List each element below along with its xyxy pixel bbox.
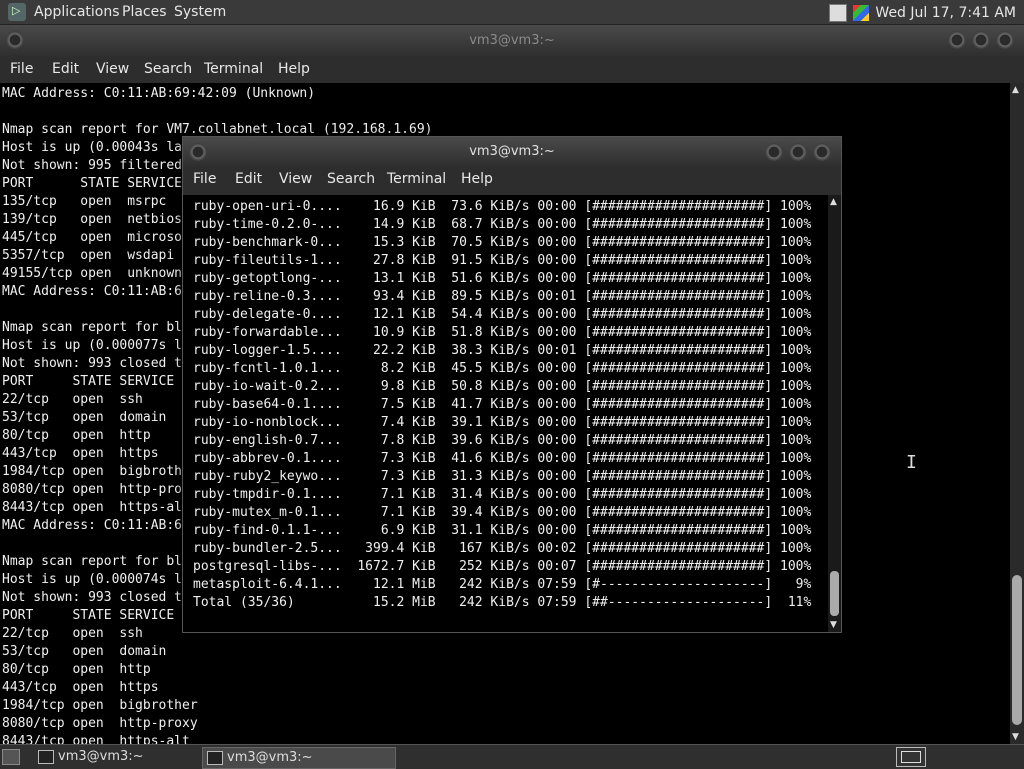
fg-menu-help[interactable]: Help (461, 171, 493, 187)
bg-menu-terminal[interactable]: Terminal (204, 61, 263, 77)
taskbar-item[interactable]: vm3@vm3:~ (34, 747, 218, 767)
menu-applications[interactable]: Applications (34, 4, 120, 20)
foreground-menubar: File Edit View Search Terminal Help (183, 167, 841, 195)
foreground-terminal-text: ruby-open-uri-0.... 16.9 KiB 73.6 KiB/s … (193, 199, 812, 610)
top-panel: Applications Places System Wed Jul 17, 7… (0, 0, 1024, 25)
maximize-icon[interactable] (972, 31, 990, 49)
menu-system[interactable]: System (174, 4, 226, 20)
bg-menu-file[interactable]: File (10, 61, 33, 77)
show-desktop-icon[interactable] (2, 749, 20, 765)
network-icon[interactable] (829, 4, 848, 22)
fg-menu-file[interactable]: File (193, 171, 216, 187)
fg-menu-view[interactable]: View (279, 171, 312, 187)
foreground-terminal-output[interactable]: ruby-open-uri-0.... 16.9 KiB 73.6 KiB/s … (183, 195, 827, 632)
bg-menu-help[interactable]: Help (278, 61, 310, 77)
window-menu-icon[interactable] (6, 31, 24, 49)
fg-menu-search[interactable]: Search (327, 171, 375, 187)
taskbar-item-active[interactable]: vm3@vm3:~ (202, 747, 396, 769)
menu-places[interactable]: Places (122, 4, 167, 20)
scroll-down-icon[interactable]: ▼ (1012, 732, 1019, 742)
window-menu-icon[interactable] (189, 143, 207, 161)
background-window-title: vm3@vm3:~ (469, 33, 555, 48)
background-scroll-thumb[interactable] (1012, 575, 1022, 725)
clock[interactable]: Wed Jul 17, 7:41 AM (875, 5, 1016, 21)
scroll-down-icon[interactable]: ▼ (830, 620, 837, 630)
workspace-switcher[interactable] (896, 747, 926, 767)
fg-menu-terminal[interactable]: Terminal (387, 171, 446, 187)
taskbar-item-label: vm3@vm3:~ (58, 749, 144, 764)
foreground-terminal-window[interactable]: vm3@vm3:~ File Edit View Search Terminal… (182, 136, 842, 633)
bg-menu-search[interactable]: Search (144, 61, 192, 77)
close-icon[interactable] (996, 31, 1014, 49)
foreground-window-title: vm3@vm3:~ (469, 144, 555, 159)
close-icon[interactable] (813, 143, 831, 161)
text-cursor-icon: I (906, 452, 917, 473)
applications-icon[interactable] (8, 3, 26, 21)
minimize-icon[interactable] (948, 31, 966, 49)
taskbar-item-label: vm3@vm3:~ (227, 750, 313, 765)
bottom-panel: vm3@vm3:~ vm3@vm3:~ (0, 744, 1024, 769)
terminal-icon (207, 751, 223, 765)
scroll-up-icon[interactable]: ▲ (830, 197, 837, 207)
fg-menu-edit[interactable]: Edit (235, 171, 262, 187)
bg-menu-edit[interactable]: Edit (52, 61, 79, 77)
background-window-titlebar[interactable]: vm3@vm3:~ (0, 25, 1024, 57)
background-menubar: File Edit View Search Terminal Help (0, 57, 1024, 83)
minimize-icon[interactable] (765, 143, 783, 161)
tray: Wed Jul 17, 7:41 AM (829, 4, 1016, 22)
scroll-up-icon[interactable]: ▲ (1012, 85, 1019, 95)
foreground-window-titlebar[interactable]: vm3@vm3:~ (183, 137, 841, 167)
background-scrollbar[interactable]: ▲ ▼ (1010, 83, 1024, 744)
maximize-icon[interactable] (789, 143, 807, 161)
foreground-scroll-thumb[interactable] (830, 571, 839, 616)
windows-icon[interactable] (853, 5, 870, 21)
foreground-scrollbar[interactable]: ▲ ▼ (828, 195, 841, 632)
bg-menu-view[interactable]: View (96, 61, 129, 77)
terminal-icon (38, 750, 54, 764)
